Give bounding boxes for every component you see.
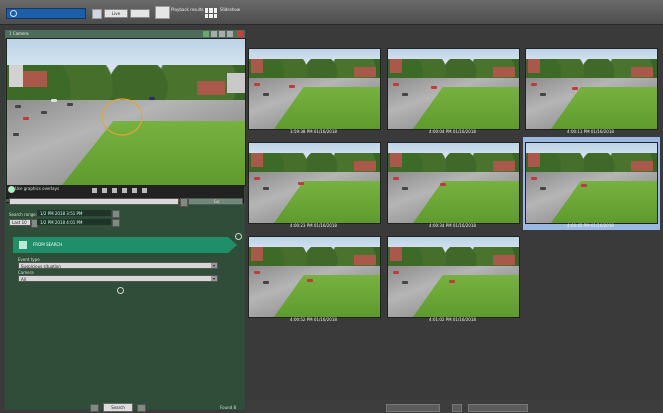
result-thumbnail[interactable] — [525, 48, 658, 130]
page-indicator[interactable] — [452, 404, 462, 412]
slideshow-label: Slideshow — [220, 7, 241, 12]
result-thumbnail[interactable] — [387, 48, 520, 130]
to-field[interactable]: 1/2 PM 2018 4:01 PM — [37, 219, 111, 225]
secondary-button[interactable] — [130, 9, 150, 18]
previous-icon[interactable] — [92, 188, 97, 193]
from-picker[interactable] — [112, 210, 120, 218]
info-icon[interactable] — [92, 9, 102, 19]
overlay-checkbox[interactable] — [8, 186, 15, 193]
back-icon[interactable] — [90, 404, 99, 412]
camera-view[interactable] — [6, 38, 246, 186]
camera-select[interactable]: All ▾ — [18, 275, 218, 282]
forward-icon[interactable] — [122, 188, 127, 193]
banner-label: FROM SEARCH — [33, 242, 63, 247]
grid-icon[interactable] — [205, 8, 217, 18]
overlay-label: Use graphics overlays — [15, 186, 60, 191]
result-timestamp: 3:59:38 PM 01/16/2018 — [290, 129, 337, 134]
search-banner[interactable]: FROM SEARCH — [13, 237, 237, 253]
left-panel: 1 Camera Use graphics overlays Go Search… — [5, 30, 246, 412]
bottom-bar — [246, 400, 663, 413]
source-dropdown[interactable] — [9, 198, 179, 205]
event-type-value: Suspicious situation — [21, 264, 61, 269]
result-thumbnail[interactable] — [248, 236, 381, 318]
event-type-select[interactable]: Suspicious situation ▾ — [18, 262, 218, 269]
playback-tile[interactable] — [155, 6, 170, 19]
window-icon[interactable] — [211, 31, 217, 37]
search-input[interactable] — [6, 8, 86, 19]
result-timestamp: 4:00:11 PM 01/16/2018 — [567, 129, 614, 134]
result-thumbnail[interactable] — [525, 142, 658, 224]
from-field[interactable]: 1/2 PM 2018 3:51 PM — [37, 210, 111, 216]
result-thumbnail[interactable] — [248, 142, 381, 224]
result-timestamp: 4:00:23 PM 01/16/2018 — [290, 223, 337, 228]
add-circle-icon[interactable] — [235, 233, 242, 240]
play-icon[interactable] — [112, 188, 117, 193]
minimize-icon[interactable] — [219, 31, 225, 37]
chevron-down-icon: ▾ — [211, 276, 217, 281]
playback-label: Playback results — [171, 7, 204, 12]
search-icon — [10, 10, 17, 17]
maximize-icon[interactable] — [227, 31, 233, 37]
result-timestamp: 4:00:52 PM 01/16/2018 — [290, 317, 337, 322]
green-icon[interactable] — [203, 31, 209, 37]
camera-title: 1 Camera — [5, 30, 245, 38]
camera-value: All — [21, 277, 26, 282]
chevron-down-icon: ▾ — [211, 263, 217, 268]
live-button[interactable]: Live — [104, 9, 128, 18]
result-timestamp: 4:00:34 PM 01/16/2018 — [429, 223, 476, 228]
search-button[interactable]: Search — [103, 403, 133, 412]
rewind-icon[interactable] — [102, 188, 107, 193]
to-picker[interactable] — [112, 219, 120, 227]
mode-select[interactable]: Last 10 — [9, 219, 31, 226]
prev-page-button[interactable] — [386, 404, 440, 412]
search-range-label: Search range: — [9, 212, 37, 217]
result-timestamp: 4:00:45 PM 01/16/2018 — [567, 223, 614, 228]
result-thumbnail[interactable] — [387, 236, 520, 318]
result-timestamp: 4:01:02 PM 01/16/2018 — [429, 317, 476, 322]
add-condition-icon[interactable] — [117, 287, 124, 294]
result-thumbnail[interactable] — [248, 48, 381, 130]
result-thumbnail[interactable] — [387, 142, 520, 224]
next-icon[interactable] — [132, 188, 137, 193]
top-toolbar: Live Playback results Slideshow — [0, 0, 663, 25]
found-count: Found 8 — [220, 405, 237, 410]
search-type-icon — [19, 241, 27, 249]
close-icon[interactable] — [237, 31, 243, 37]
motion-trail — [101, 98, 143, 136]
go-button[interactable]: Go — [188, 198, 243, 205]
dropdown-arrow[interactable] — [180, 198, 188, 207]
record-icon[interactable] — [142, 188, 147, 193]
next-page-button[interactable] — [468, 404, 528, 412]
result-timestamp: 4:00:04 PM 01/16/2018 — [429, 129, 476, 134]
save-icon[interactable] — [137, 404, 146, 412]
